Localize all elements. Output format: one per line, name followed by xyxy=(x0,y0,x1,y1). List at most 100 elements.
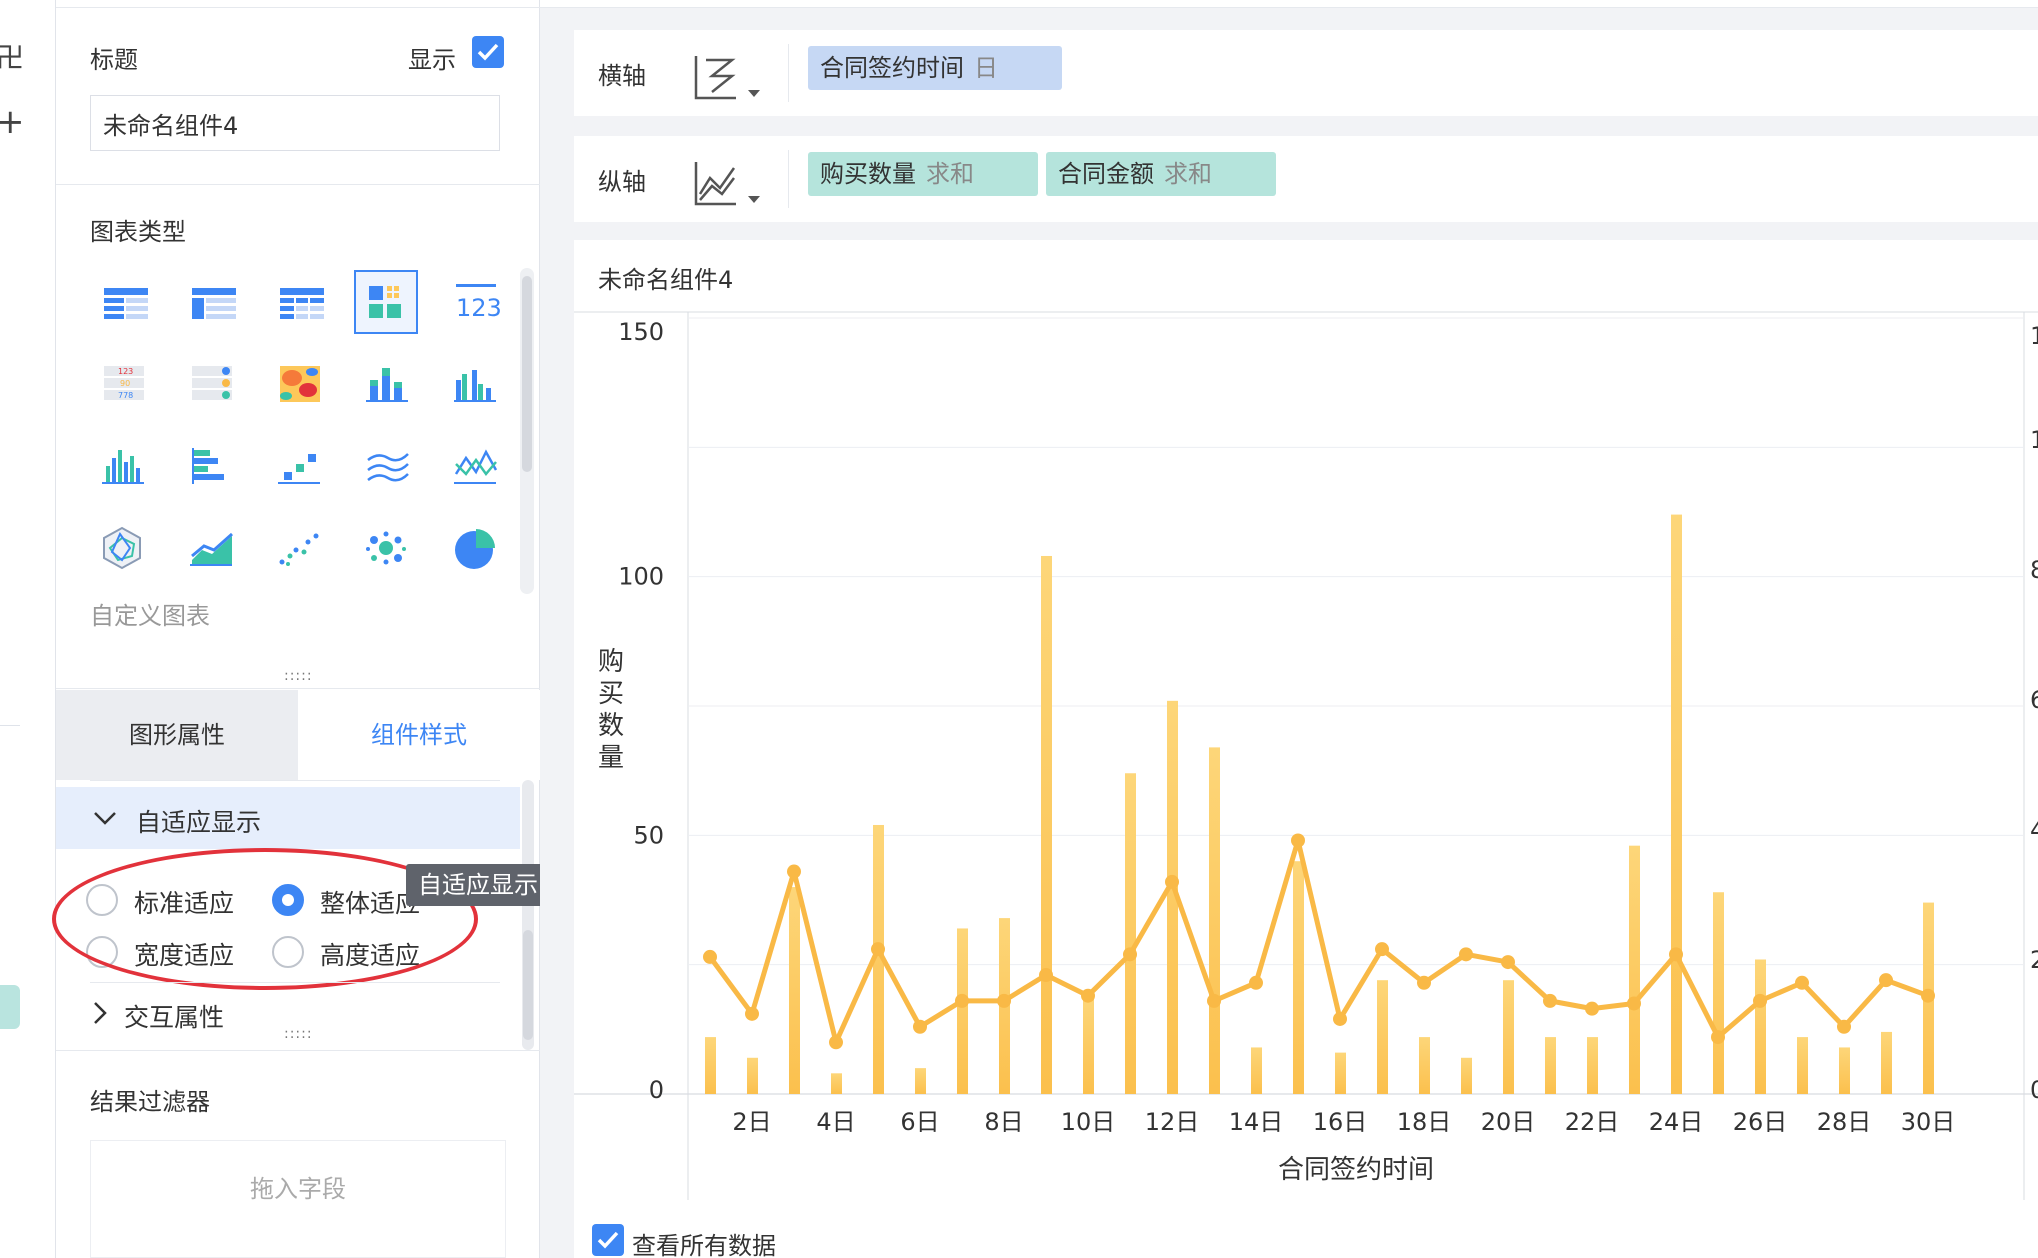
filter-dropzone[interactable]: 拖入字段 xyxy=(90,1140,506,1258)
bar xyxy=(1041,555,1052,1094)
app-root: 卍 + ⋮⋮ 标题 显示 图表类型 xyxy=(0,0,2038,1258)
line-point xyxy=(871,942,885,957)
check-icon xyxy=(597,1231,619,1249)
right-y-tick-label: 0 xyxy=(2030,1076,2038,1104)
radio-standard-label[interactable]: 标准适应 xyxy=(134,884,234,920)
view-all-checkbox[interactable] xyxy=(592,1224,624,1256)
nav-glyph-icon[interactable]: 卍 xyxy=(0,36,24,76)
result-filter-label: 结果过滤器 xyxy=(90,1088,210,1116)
stacked-bar-icon[interactable] xyxy=(354,352,418,416)
radio-overall[interactable] xyxy=(272,884,304,916)
divider xyxy=(90,780,500,781)
divider xyxy=(56,184,540,185)
multi-kpi-icon[interactable]: 123 90 778 xyxy=(90,352,154,416)
radar-chart-icon[interactable] xyxy=(90,516,154,580)
bar xyxy=(1839,1047,1850,1094)
nav-divider xyxy=(0,725,20,726)
bar xyxy=(1755,959,1766,1094)
line-point xyxy=(913,1019,927,1034)
detail-table-icon[interactable] xyxy=(354,270,418,334)
radio-width-label[interactable]: 宽度适应 xyxy=(134,936,234,972)
table-icon[interactable] xyxy=(90,270,154,334)
chart-type-scrollbar[interactable] xyxy=(522,276,532,472)
axis-divider xyxy=(788,44,789,102)
axis-divider xyxy=(788,150,789,208)
chart-panel: 未命名组件4 15010050012010080,60,40,20,0购买数量2… xyxy=(574,240,2038,1258)
kpi-list-icon[interactable] xyxy=(178,352,242,416)
title-label: 标题 xyxy=(90,46,138,74)
heatmap-icon[interactable] xyxy=(266,352,330,416)
group-table-icon[interactable] xyxy=(178,270,242,334)
bar xyxy=(705,1037,716,1094)
bar xyxy=(1587,1037,1598,1094)
horizontal-bar-icon[interactable] xyxy=(178,434,242,498)
radio-standard[interactable] xyxy=(86,884,118,916)
radio-height-label[interactable]: 高度适应 xyxy=(320,936,420,972)
scatter-chart-icon[interactable] xyxy=(266,516,330,580)
line-point xyxy=(1627,996,1641,1011)
chevron-down-icon xyxy=(94,812,116,825)
right-y-tick-label: 20, xyxy=(2030,946,2038,974)
line-point xyxy=(745,1006,759,1021)
y-field-pill-quantity[interactable]: 购买数量 求和 xyxy=(808,152,1038,196)
line-point xyxy=(1249,975,1263,990)
y-tick-label: 100 xyxy=(618,563,664,591)
y-axis-type-icon[interactable] xyxy=(692,154,772,210)
line-point xyxy=(1291,833,1305,848)
y-field-1-name: 购买数量 xyxy=(820,160,916,188)
y-field-2-name: 合同金额 xyxy=(1058,160,1154,188)
view-all-data-label[interactable]: 查看所有数据 xyxy=(632,1226,776,1258)
multi-line-icon[interactable] xyxy=(442,434,506,498)
title-input[interactable] xyxy=(90,95,500,151)
x-field-pill[interactable]: 合同签约时间日 xyxy=(808,46,1062,90)
x-tick-label: 22日 xyxy=(1565,1108,1620,1136)
line-point xyxy=(1375,942,1389,957)
x-field-granularity: 日 xyxy=(974,54,998,82)
resize-handle-dots[interactable]: ::::: xyxy=(284,1026,313,1042)
y-tick-label: 150 xyxy=(618,318,664,346)
radio-width[interactable] xyxy=(86,936,118,968)
adaptive-display-section[interactable]: 自适应显示 xyxy=(56,787,520,849)
tab-component-style[interactable]: 组件样式 xyxy=(298,690,540,780)
y-field-pill-amount[interactable]: 合同金额 求和 xyxy=(1046,152,1276,196)
bar xyxy=(1797,1037,1808,1094)
add-icon[interactable]: + xyxy=(0,102,25,142)
x-axis-type-icon[interactable] xyxy=(692,48,772,104)
bubble-chart-icon[interactable] xyxy=(354,516,418,580)
line-point xyxy=(1585,1001,1599,1016)
divider xyxy=(56,688,540,689)
radio-height[interactable] xyxy=(272,936,304,968)
series-line xyxy=(707,838,1929,1045)
radio-overall-label[interactable]: 整体适应 xyxy=(320,884,420,920)
config-panel: 标题 显示 图表类型 123 xyxy=(52,0,564,1258)
custom-chart-label[interactable]: 自定义图表 xyxy=(90,596,210,631)
area-chart-icon[interactable] xyxy=(178,516,242,580)
kpi-number-icon[interactable]: 123 xyxy=(442,270,506,334)
multi-bar-icon[interactable] xyxy=(90,434,154,498)
show-title-label: 显示 xyxy=(408,46,456,74)
grouped-bar-icon[interactable] xyxy=(442,352,506,416)
bar xyxy=(789,887,800,1094)
bar xyxy=(1503,980,1514,1094)
bar xyxy=(1083,995,1094,1094)
x-tick-label: 6日 xyxy=(900,1108,939,1136)
step-chart-icon[interactable] xyxy=(266,434,330,498)
line-point xyxy=(1417,975,1431,990)
resize-handle-dots[interactable]: ::::: xyxy=(284,668,313,684)
combo-chart[interactable]: 150 100 50 0 120 100 80, 60, 40, 20, 0 购买数量 2日 4日 6日 8日… xyxy=(574,240,2038,1200)
x-axis-bar: 横轴 合同签约时间日 xyxy=(574,30,2038,116)
pie-chart-icon[interactable] xyxy=(442,516,506,580)
y-axis-label: 纵轴 xyxy=(598,168,646,196)
cross-table-icon[interactable] xyxy=(266,270,330,334)
style-scrollbar[interactable] xyxy=(522,780,534,1050)
line-chart-icon[interactable] xyxy=(354,434,418,498)
line-point xyxy=(1459,947,1473,962)
bar xyxy=(831,1073,842,1094)
show-title-checkbox[interactable] xyxy=(472,36,504,68)
line-point xyxy=(1039,968,1053,983)
nav-tab-indicator[interactable] xyxy=(0,985,20,1029)
line-point xyxy=(1921,988,1935,1003)
bar xyxy=(915,1068,926,1094)
tab-shape-properties[interactable]: 图形属性 xyxy=(56,690,298,780)
style-scrollbar-thumb[interactable] xyxy=(523,930,533,1040)
